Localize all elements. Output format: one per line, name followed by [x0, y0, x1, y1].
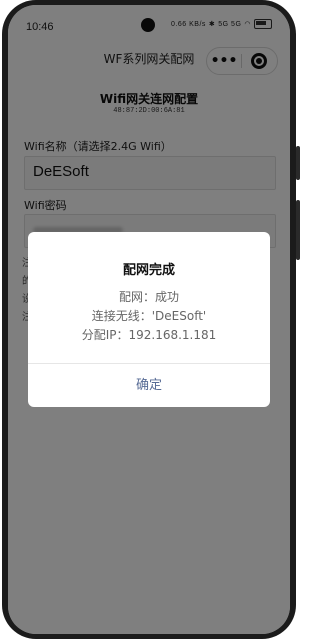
- result-dialog: 配网完成 配网：成功 连接无线：'DeESoft' 分配IP：192.168.1…: [28, 232, 270, 407]
- power-button: [296, 200, 300, 260]
- dialog-ip-line: 分配IP：192.168.1.181: [81, 328, 217, 342]
- dialog-title: 配网完成: [122, 263, 175, 278]
- volume-button: [296, 146, 300, 180]
- phone-frame: 10:46 0.66 KB/s ✱ 5G 5G ◠ WF系列网关配网 ••• W…: [0, 0, 300, 639]
- phone-screen: 10:46 0.66 KB/s ✱ 5G 5G ◠ WF系列网关配网 ••• W…: [8, 5, 290, 634]
- dialog-status-line: 配网：成功: [118, 290, 179, 304]
- confirm-button[interactable]: 确定: [28, 364, 270, 407]
- dialog-ssid-line: 连接无线：'DeESoft': [91, 309, 207, 323]
